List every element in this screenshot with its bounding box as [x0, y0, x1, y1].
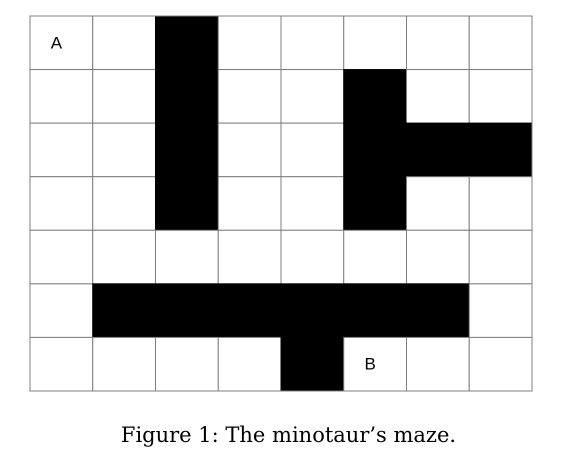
maze-open-cell [29, 229, 94, 285]
maze-open-cell [217, 122, 282, 178]
maze-open-cell [468, 283, 533, 338]
maze-figure: AB [29, 15, 533, 392]
maze-open-cell [29, 336, 94, 392]
maze-open-cell [92, 229, 156, 285]
maze-open-cell [406, 15, 470, 71]
maze-wall-cell [155, 122, 219, 178]
maze-open-cell [155, 336, 219, 392]
maze-wall-cell [343, 283, 407, 338]
maze-open-cell [280, 176, 345, 231]
maze-wall-cell [217, 283, 282, 338]
maze-open-cell [217, 336, 282, 392]
maze-wall-cell [343, 122, 407, 178]
maze-open-cell [468, 336, 533, 392]
maze-open-cell [29, 176, 94, 231]
maze-open-cell [468, 15, 533, 71]
maze-wall-cell [155, 69, 219, 124]
maze-open-cell [29, 283, 94, 338]
maze-open-cell [29, 69, 94, 124]
maze-open-cell [468, 229, 533, 285]
maze-wall-cell [280, 283, 345, 338]
maze-open-cell [406, 229, 470, 285]
maze-wall-cell [92, 283, 156, 338]
maze-open-cell [29, 122, 94, 178]
maze-open-cell [280, 229, 345, 285]
maze-wall-cell [343, 176, 407, 231]
maze-open-cell [280, 122, 345, 178]
maze-open-cell [92, 336, 156, 392]
figure-caption: Figure 1: The minotaur’s maze. [120, 423, 457, 447]
maze-open-cell [406, 69, 470, 124]
maze-open-cell [280, 69, 345, 124]
maze-wall-cell [280, 336, 345, 392]
maze-open-cell [217, 15, 282, 71]
maze-label-a: A [51, 33, 63, 52]
maze-wall-cell [155, 283, 219, 338]
maze-open-cell [92, 69, 156, 124]
maze-open-cell [280, 15, 345, 71]
maze-wall-cell [343, 69, 407, 124]
maze-open-cell [343, 229, 407, 285]
maze-open-cell [468, 69, 533, 124]
maze-cells [29, 15, 533, 392]
maze-wall-cell [406, 283, 470, 338]
maze-open-cell [406, 176, 470, 231]
maze-wall-cell [155, 15, 219, 71]
maze-open-cell [92, 176, 156, 231]
maze-open-cell [92, 15, 156, 71]
maze-open-cell [155, 229, 219, 285]
maze-open-cell [468, 176, 533, 231]
maze-open-cell [217, 229, 282, 285]
maze-open-cell [217, 69, 282, 124]
maze-wall-cell [406, 122, 470, 178]
maze-open-cell [217, 176, 282, 231]
maze-wall-cell [155, 176, 219, 231]
maze-open-cell [92, 122, 156, 178]
maze-open-cell [406, 336, 470, 392]
maze-wall-cell [468, 122, 533, 178]
maze-open-cell [343, 15, 407, 71]
maze-label-b: B [364, 355, 375, 374]
